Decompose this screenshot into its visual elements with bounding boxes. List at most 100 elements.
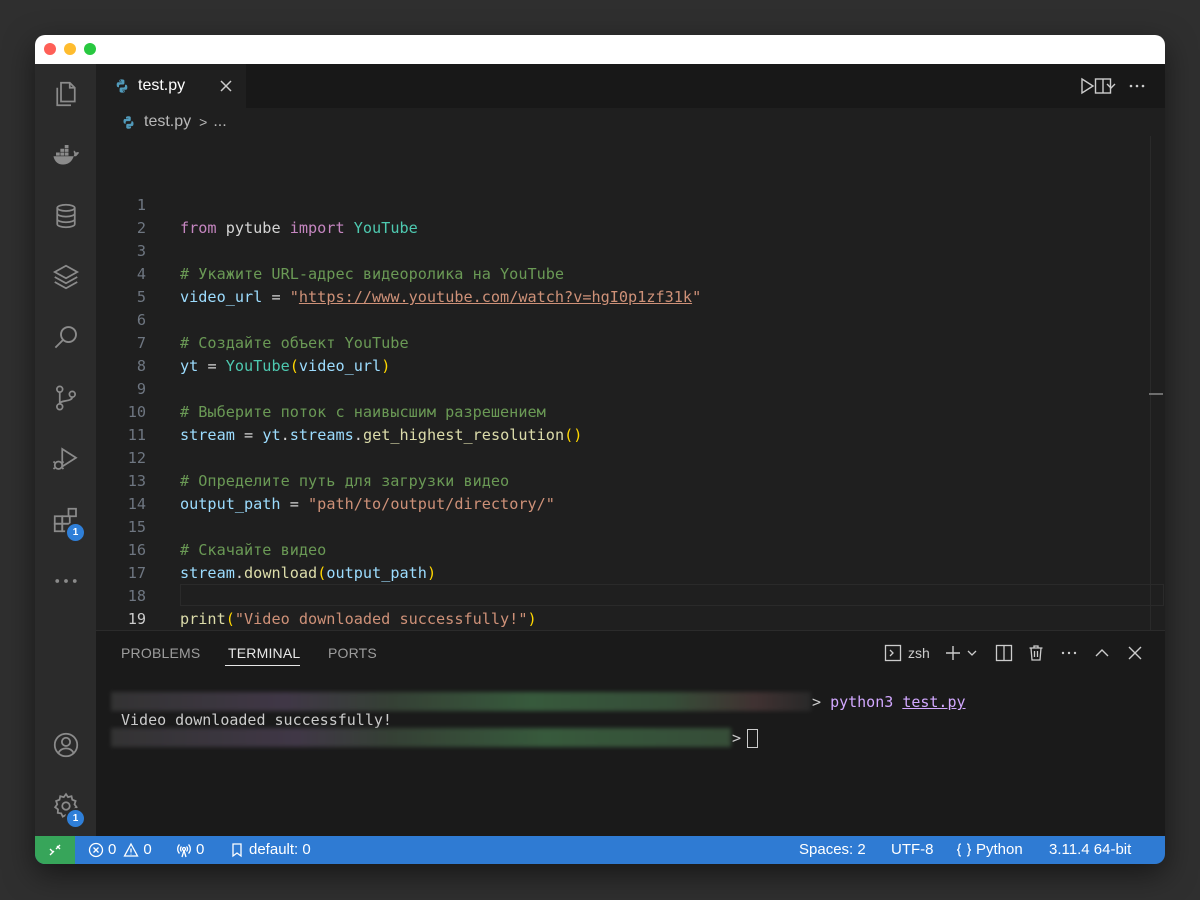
files-icon: [55, 81, 76, 107]
warning-count: 0: [143, 841, 152, 858]
code-line: 8: [96, 332, 1165, 375]
explorer-button[interactable]: [35, 72, 96, 116]
code-line: 14: [96, 470, 1165, 513]
code-line: 10 stream = yt.streams.get_highest_resol…: [96, 378, 1165, 444]
status-bar: 0 0 0 default: 0 Spaces: 2 UTF-8 Python: [35, 836, 1165, 864]
code-editor[interactable]: 1 from pytube import YouTube 2 3 # Укажи…: [96, 136, 1165, 630]
split-terminal-icon[interactable]: [995, 644, 1013, 662]
token: ): [527, 610, 537, 628]
vscode-window: 1 1 test.py test.py > ... 1 from pytube …: [35, 35, 1165, 864]
tab-test-py[interactable]: test.py: [96, 64, 246, 108]
plus-icon[interactable]: [944, 644, 962, 662]
terminal-shell-label[interactable]: zsh: [908, 644, 930, 662]
error-count: 0: [108, 841, 117, 858]
bookmark-icon: [232, 843, 242, 858]
braces-icon: [956, 843, 972, 857]
tab-problems[interactable]: PROBLEMS: [121, 631, 200, 675]
redacted-prompt: [111, 728, 731, 747]
python-file-icon: [123, 115, 134, 129]
code-line: 9 # Выберите поток с наивысшим разрешени…: [96, 355, 1165, 421]
close-window-button[interactable]: [44, 43, 56, 55]
token: "Video downloaded successfully!": [234, 610, 528, 628]
editor-tabs-bar: test.py: [96, 64, 1165, 108]
code-line: 3 # Укажите URL-адрес видеоролика на You…: [96, 217, 1165, 283]
extensions-button[interactable]: 1: [35, 498, 96, 543]
layers-icon: [52, 264, 79, 290]
interpreter-status[interactable]: 3.11.4 64-bit: [1049, 836, 1131, 864]
layers-button[interactable]: [35, 255, 96, 299]
terminal-cursor: [747, 729, 759, 748]
source-control-button[interactable]: [35, 376, 96, 420]
token: (: [225, 610, 235, 628]
trash-icon[interactable]: [1027, 644, 1045, 662]
code-line: 16 stream.download(output_path): [96, 516, 1165, 582]
overview-ruler-marker: [1149, 393, 1163, 395]
python-file-icon: [116, 79, 128, 93]
code-line: 5: [96, 263, 1165, 306]
encoding-status[interactable]: UTF-8: [891, 836, 934, 864]
terminal-argument[interactable]: test.py: [902, 693, 965, 711]
run-debug-icon: [52, 447, 78, 470]
active-tab-indicator: [225, 665, 300, 666]
accounts-button[interactable]: [35, 723, 96, 767]
editor-scrollbar[interactable]: [1150, 136, 1165, 630]
language-label: Python: [976, 841, 1023, 858]
search-button[interactable]: [35, 315, 96, 359]
terminal-icon[interactable]: [884, 644, 902, 662]
terminal-prompt: >: [732, 729, 742, 747]
ports-status[interactable]: 0: [176, 836, 204, 864]
split-editor-icon[interactable]: [1093, 76, 1113, 96]
warning-icon: [123, 842, 139, 857]
database-icon: [55, 203, 76, 229]
settings-badge: 1: [65, 808, 86, 829]
error-icon: [88, 842, 104, 858]
redacted-prompt: [111, 692, 811, 711]
extensions-badge: 1: [65, 522, 86, 543]
breadcrumb: test.py > ...: [96, 108, 1165, 136]
terminal-prompt: >: [812, 693, 822, 711]
bookmark-status[interactable]: default: 0: [229, 836, 311, 864]
code-line: 15 # Скачайте видео: [96, 493, 1165, 559]
maximize-window-button[interactable]: [84, 43, 96, 55]
more-actions-icon[interactable]: [1060, 644, 1078, 662]
bookmark-label: default: 0: [249, 841, 311, 858]
run-debug-button[interactable]: [35, 437, 96, 481]
manage-button[interactable]: 1: [35, 784, 96, 829]
more-actions-icon[interactable]: [1127, 76, 1147, 96]
code-line: 12 # Определите путь для загрузки видео: [96, 424, 1165, 490]
code-line: 7 yt = YouTube(video_url): [96, 309, 1165, 375]
broadcast-icon: [177, 844, 191, 858]
terminal-output: Video downloaded successfully!: [121, 711, 392, 729]
tab-terminal[interactable]: TERMINAL: [228, 631, 300, 675]
search-icon: [54, 326, 77, 349]
close-panel-icon[interactable]: [1126, 644, 1144, 662]
close-icon[interactable]: [216, 76, 236, 96]
code-line: 6 # Создайте объект YouTube: [96, 286, 1165, 352]
breadcrumb-file[interactable]: test.py: [144, 113, 191, 131]
source-control-icon: [55, 385, 76, 411]
minimize-window-button[interactable]: [64, 43, 76, 55]
chevron-down-icon[interactable]: [966, 644, 978, 662]
docker-button[interactable]: [35, 133, 96, 177]
problems-status[interactable]: 0 0: [88, 836, 152, 864]
indentation-status[interactable]: Spaces: 2: [799, 836, 866, 864]
title-bar: [35, 35, 1165, 64]
more-views-button[interactable]: [35, 559, 96, 603]
breadcrumb-trail[interactable]: ...: [213, 113, 226, 131]
chevron-up-icon[interactable]: [1093, 644, 1111, 662]
remote-icon: [49, 844, 61, 856]
code-line: 1 from pytube import YouTube: [96, 171, 1165, 237]
code-line: 18 print("Video downloaded successfully!…: [96, 562, 1165, 628]
tab-ports[interactable]: PORTS: [328, 631, 377, 675]
more-icon: [54, 579, 77, 583]
database-button[interactable]: [35, 194, 96, 238]
terminal-command: python3: [830, 693, 894, 711]
code-line: 13 output_path = "path/to/output/directo…: [96, 447, 1165, 513]
account-icon: [53, 732, 78, 758]
remote-indicator[interactable]: [35, 836, 75, 864]
terminal-input-line[interactable]: >: [732, 729, 759, 748]
code-line: 19: [96, 585, 1165, 628]
language-status[interactable]: Python: [956, 836, 1023, 864]
code-line: 17: [96, 539, 1165, 582]
code-line: 4 video_url = "https://www.youtube.com/w…: [96, 240, 1165, 306]
